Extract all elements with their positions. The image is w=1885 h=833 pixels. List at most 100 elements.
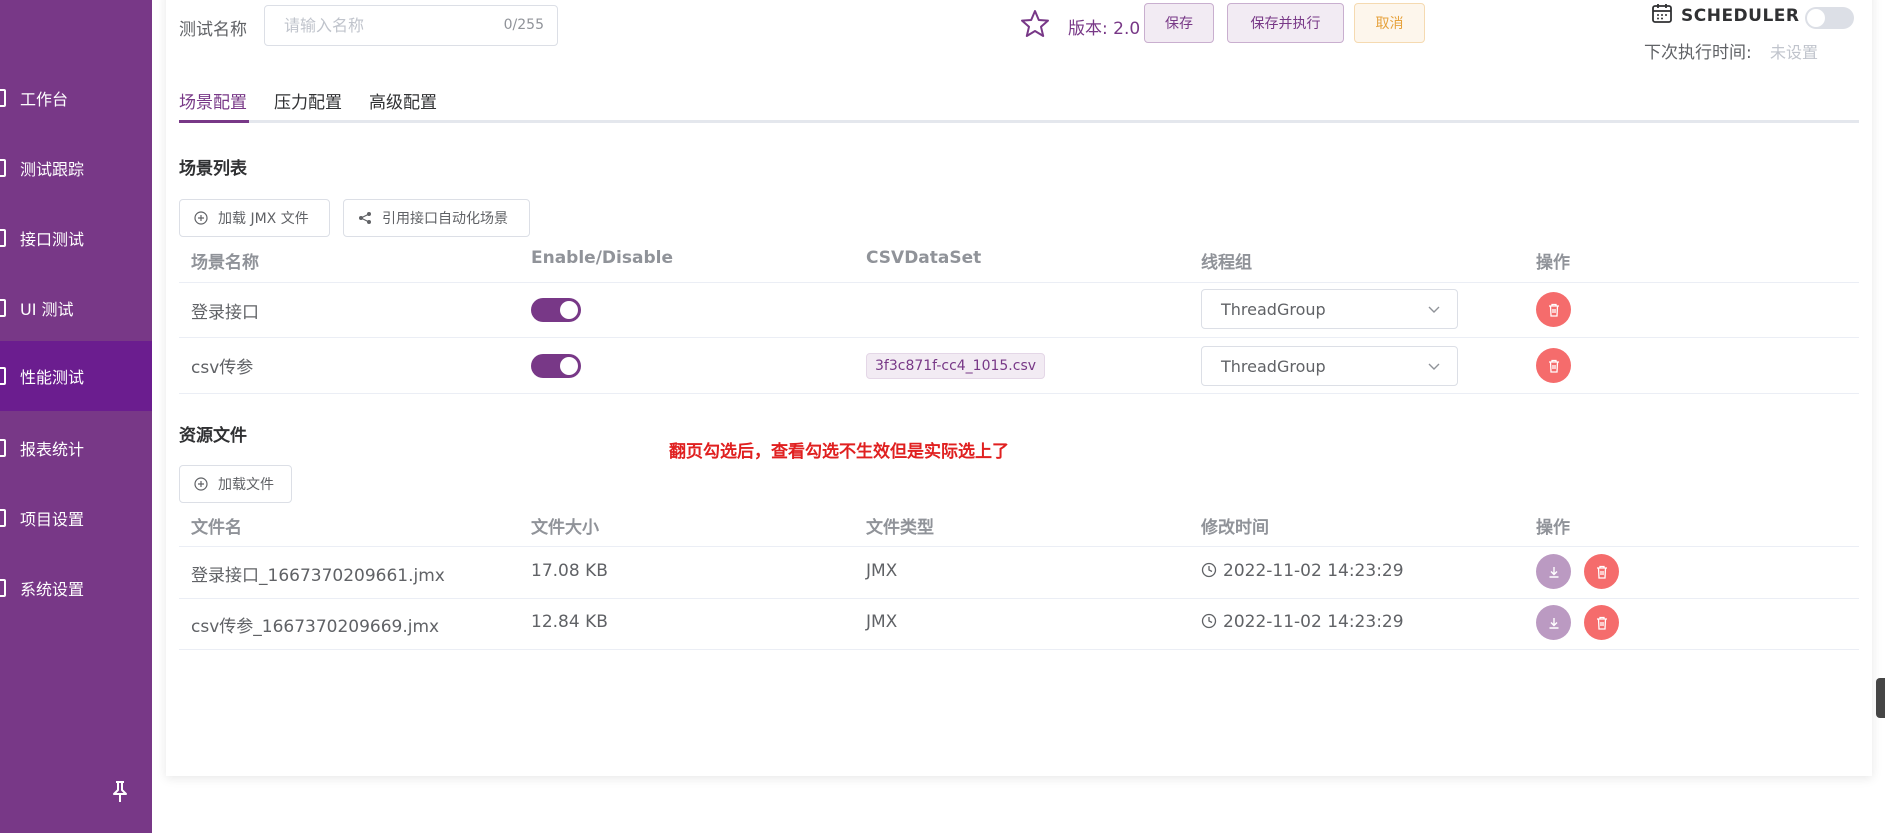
calendar-icon — [1652, 4, 1672, 23]
col-enable-disable: Enable/Disable — [531, 248, 673, 268]
tab-scene-config[interactable]: 场景配置 — [179, 88, 247, 113]
sidebar-item-label: 系统设置 — [20, 580, 85, 599]
sidebar-item-label: 测试跟踪 — [20, 160, 85, 179]
scheduler-label: SCHEDULER — [1681, 6, 1800, 26]
test-name-field[interactable]: 0/255 — [264, 5, 558, 46]
sidebar-item-workbench[interactable]: 工作台 — [0, 63, 152, 133]
scheduler-switch[interactable] — [1805, 7, 1854, 29]
load-file-label: 加载文件 — [218, 477, 274, 493]
thread-group-select[interactable]: ThreadGroup — [1201, 346, 1458, 386]
next-exec-label: 下次执行时间: — [1644, 43, 1752, 63]
scene-enable-toggle[interactable] — [531, 354, 581, 378]
clock-icon — [1201, 613, 1217, 629]
sidebar-item-label: 性能测试 — [20, 368, 85, 387]
performance-icon — [0, 367, 6, 385]
col-file-type: 文件类型 — [866, 518, 934, 538]
file-modified-value: 2022-11-02 14:23:29 — [1223, 561, 1404, 581]
report-icon — [0, 439, 6, 457]
save-and-execute-button[interactable]: 保存并执行 — [1227, 3, 1344, 43]
tab-advanced-config[interactable]: 高级配置 — [369, 88, 437, 113]
chevron-down-icon — [1428, 363, 1440, 370]
file-type: JMX — [866, 561, 898, 581]
name-char-count: 0/255 — [503, 17, 544, 33]
next-exec-value: 未设置 — [1770, 43, 1819, 62]
reference-scenario-button[interactable]: 引用接口自动化场景 — [343, 199, 530, 237]
trash-icon — [1596, 616, 1607, 630]
sidebar-item-ui-test[interactable]: UI 测试 — [0, 273, 152, 343]
col-file-name: 文件名 — [191, 518, 242, 538]
sidebar-item-report[interactable]: 报表统计 — [0, 413, 152, 483]
cancel-button[interactable]: 取消 — [1354, 3, 1425, 43]
file-name: 登录接口_1667370209661.jmx — [191, 566, 445, 586]
file-type: JMX — [866, 612, 898, 632]
project-icon — [0, 509, 6, 527]
file-name: csv传参_1667370209669.jmx — [191, 617, 440, 637]
test-name-label: 测试名称 — [179, 20, 247, 40]
side-drawer-handle[interactable] — [1876, 678, 1885, 718]
api-icon — [0, 229, 6, 247]
sidebar-item-project-settings[interactable]: 项目设置 — [0, 483, 152, 553]
trash-icon — [1548, 303, 1559, 317]
sidebar-item-performance-test[interactable]: 性能测试 — [0, 341, 152, 411]
version-label: 版本: 2.0 — [1068, 19, 1141, 39]
download-icon — [1549, 566, 1558, 578]
star-icon[interactable] — [1020, 9, 1050, 39]
settings-icon — [0, 579, 6, 597]
file-modified-value: 2022-11-02 14:23:29 — [1223, 612, 1404, 632]
plus-circle-icon — [194, 477, 208, 491]
csv-file-tag[interactable]: 3f3c871f-cc4_1015.csv — [866, 353, 1046, 379]
delete-file-button[interactable] — [1584, 605, 1619, 640]
save-button[interactable]: 保存 — [1144, 3, 1214, 43]
delete-scene-button[interactable] — [1536, 292, 1571, 327]
row-divider — [179, 393, 1859, 394]
file-size: 17.08 KB — [531, 561, 608, 581]
sidebar-item-label: 报表统计 — [20, 440, 85, 459]
sidebar-item-api-test[interactable]: 接口测试 — [0, 203, 152, 273]
delete-file-button[interactable] — [1584, 554, 1619, 589]
load-file-button[interactable]: 加载文件 — [179, 465, 292, 503]
thread-group-value: ThreadGroup — [1221, 357, 1326, 376]
chevron-down-icon — [1428, 306, 1440, 313]
sidebar-item-label: 接口测试 — [20, 230, 85, 249]
plus-circle-icon — [194, 211, 208, 225]
sidebar-item-test-track[interactable]: 测试跟踪 — [0, 133, 152, 203]
resource-files-title: 资源文件 — [179, 426, 247, 446]
download-file-button[interactable] — [1536, 605, 1571, 640]
main-card — [166, 0, 1872, 776]
file-modified: 2022-11-02 14:23:29 — [1201, 561, 1404, 581]
scene-name: csv传参 — [191, 358, 254, 378]
file-size: 12.84 KB — [531, 612, 608, 632]
download-icon — [1549, 617, 1558, 629]
monitor-icon — [0, 89, 6, 107]
thread-group-value: ThreadGroup — [1221, 300, 1326, 319]
load-jmx-button[interactable]: 加载 JMX 文件 — [179, 199, 330, 237]
download-file-button[interactable] — [1536, 554, 1571, 589]
tab-pressure-config[interactable]: 压力配置 — [274, 88, 342, 113]
file-modified: 2022-11-02 14:23:29 — [1201, 612, 1404, 632]
col-actions: 操作 — [1536, 518, 1570, 538]
scene-list-title: 场景列表 — [179, 159, 247, 179]
trash-icon — [1548, 359, 1559, 373]
col-actions: 操作 — [1536, 253, 1570, 273]
trash-icon — [1596, 565, 1607, 579]
scene-name: 登录接口 — [191, 303, 259, 323]
thread-group-select[interactable]: ThreadGroup — [1201, 289, 1458, 329]
col-thread-group: 线程组 — [1201, 253, 1252, 273]
col-csv-dataset: CSVDataSet — [866, 248, 982, 268]
sidebar-item-label: 项目设置 — [20, 510, 85, 529]
row-divider — [179, 337, 1859, 338]
reference-scenario-label: 引用接口自动化场景 — [382, 211, 508, 227]
sidebar-item-label: UI 测试 — [20, 300, 74, 319]
row-divider — [179, 546, 1859, 547]
pin-icon[interactable] — [110, 780, 130, 804]
test-name-input[interactable] — [284, 6, 514, 45]
tab-active-indicator — [179, 120, 249, 123]
scene-enable-toggle[interactable] — [531, 298, 581, 322]
sidebar: 工作台 测试跟踪 接口测试 UI 测试 性能测试 报表统计 项目设置 系统设置 — [0, 0, 152, 833]
row-divider — [179, 649, 1859, 650]
share-icon — [359, 212, 371, 224]
annotation-text: 翻页勾选后，查看勾选不生效但是实际选上了 — [669, 442, 1009, 462]
col-scene-name: 场景名称 — [191, 253, 259, 273]
sidebar-item-system-settings[interactable]: 系统设置 — [0, 553, 152, 623]
delete-scene-button[interactable] — [1536, 348, 1571, 383]
